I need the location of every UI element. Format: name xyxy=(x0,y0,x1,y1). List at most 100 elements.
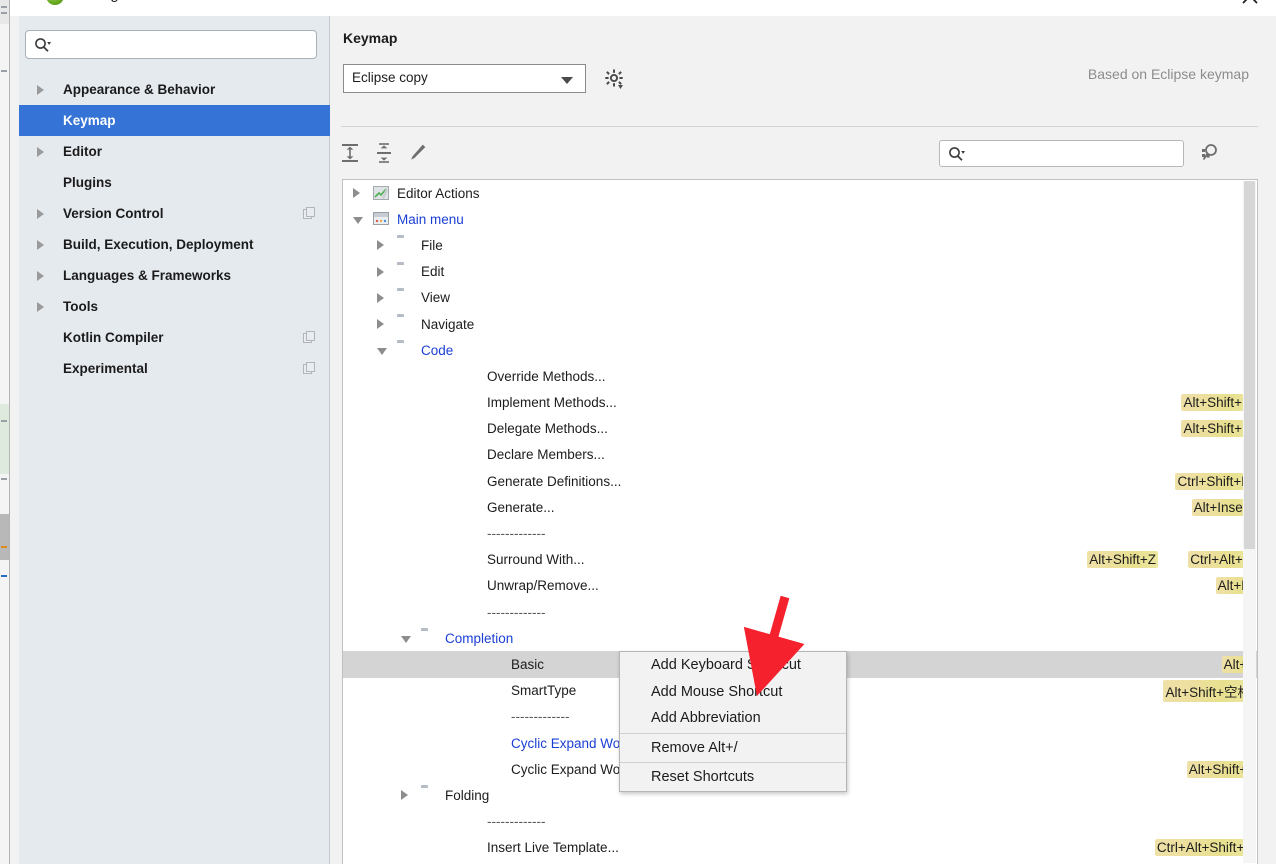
background-ide-sliver xyxy=(0,0,9,864)
sidebar-item-experimental[interactable]: Experimental xyxy=(19,353,330,384)
tree-row-label: Edit xyxy=(421,264,445,280)
sidebar-item-label: Kotlin Compiler xyxy=(63,330,164,345)
tree-row-label: Implement Methods... xyxy=(487,395,617,411)
tree-row[interactable]: Main menu xyxy=(343,206,1257,232)
nav-indent-spacer xyxy=(37,322,53,353)
tree-row[interactable]: Editor Actions xyxy=(343,180,1257,206)
folder-icon xyxy=(421,788,437,801)
sidebar-item-keymap[interactable]: Keymap xyxy=(19,105,330,136)
chevron-right-icon[interactable] xyxy=(37,291,53,322)
tree-separator-dashes: ------------- xyxy=(487,814,546,830)
shortcut-badge: Ctrl+Shift+D xyxy=(1175,472,1253,490)
tree-row[interactable]: Surround With... Ctrl+Alt+T Alt+Shift+Z xyxy=(343,547,1257,573)
chevron-down-icon[interactable] xyxy=(377,348,387,356)
tree-row[interactable]: Generate Definitions... Ctrl+Shift+D xyxy=(343,468,1257,494)
tree-row[interactable]: Completion xyxy=(343,625,1257,651)
tree-row-label: Cyclic Expand Word xyxy=(511,735,633,751)
tree-row-label: Unwrap/Remove... xyxy=(487,578,599,594)
chevron-right-icon[interactable] xyxy=(377,292,384,303)
chevron-right-icon[interactable] xyxy=(37,74,53,105)
collapse-all-icon[interactable] xyxy=(371,140,397,166)
sidebar-item-label: Appearance & Behavior xyxy=(63,82,216,97)
chevron-right-icon[interactable] xyxy=(37,136,53,167)
intellij-idea-logo-icon xyxy=(46,0,64,5)
tree-separator-row: ------------- xyxy=(343,809,1257,835)
sidebar-item-label: Tools xyxy=(63,299,98,314)
tree-row-label: Navigate xyxy=(421,316,475,332)
tree-search-input[interactable] xyxy=(970,141,1178,168)
folder-icon xyxy=(421,631,437,644)
nav-indent-spacer xyxy=(37,105,53,136)
chevron-right-icon[interactable] xyxy=(37,260,53,291)
sidebar-item-appearance-behavior[interactable]: Appearance & Behavior xyxy=(19,74,330,105)
sidebar-item-kotlin-compiler[interactable]: Kotlin Compiler xyxy=(19,322,330,353)
tree-row[interactable]: Edit xyxy=(343,259,1257,285)
sidebar-item-label: Keymap xyxy=(63,113,116,128)
sidebar-item-label: Version Control xyxy=(63,206,164,221)
tree-row[interactable]: File xyxy=(343,232,1257,258)
tree-row-label: Generate... xyxy=(487,499,555,515)
chevron-right-icon[interactable] xyxy=(377,266,384,277)
chevron-right-icon[interactable] xyxy=(377,240,384,251)
tree-row[interactable]: View xyxy=(343,285,1257,311)
dialog-title: Settings xyxy=(72,0,126,3)
tree-separator-row: ------------- xyxy=(343,599,1257,625)
tree-row[interactable]: Generate... Alt+Insert xyxy=(343,494,1257,520)
close-icon[interactable] xyxy=(1238,0,1262,8)
context-menu-item-add-keyboard-shortcut[interactable]: Add Keyboard Shortcut xyxy=(620,652,846,679)
pencil-edit-icon[interactable] xyxy=(404,140,430,166)
sidebar-item-version-control[interactable]: Version Control xyxy=(19,198,330,229)
chevron-right-icon[interactable] xyxy=(37,229,53,260)
context-menu-item-add-mouse-shortcut[interactable]: Add Mouse Shortcut xyxy=(620,679,846,706)
sidebar-item-label: Experimental xyxy=(63,361,148,376)
keymap-toolbar xyxy=(331,130,1276,178)
tree-row-label: Declare Members... xyxy=(487,447,605,463)
page-title: Keymap xyxy=(343,30,398,46)
tree-row[interactable]: Unwrap/Remove... Alt+R xyxy=(343,573,1257,599)
sidebar-item-tools[interactable]: Tools xyxy=(19,291,330,322)
chevron-right-icon[interactable] xyxy=(401,790,408,801)
tree-row[interactable]: Declare Members... xyxy=(343,442,1257,468)
keymap-select-value: Eclipse copy xyxy=(352,70,428,85)
context-menu-item-add-abbreviation[interactable]: Add Abbreviation xyxy=(620,705,846,732)
based-on-keymap-label: Based on Eclipse keymap xyxy=(1087,66,1249,82)
tree-row[interactable]: Code xyxy=(343,337,1257,363)
sidebar-item-editor[interactable]: Editor xyxy=(19,136,330,167)
tree-row-label: Completion xyxy=(445,630,514,646)
tree-row[interactable]: Delegate Methods... Alt+Shift+E xyxy=(343,416,1257,442)
context-menu-item-reset-shortcuts[interactable]: Reset Shortcuts xyxy=(620,764,846,791)
chevron-right-icon[interactable] xyxy=(353,188,360,198)
sidebar-item-plugins[interactable]: Plugins xyxy=(19,167,330,198)
tree-vertical-scrollbar[interactable] xyxy=(1243,181,1256,863)
sidebar-item-label: Languages & Frameworks xyxy=(63,268,232,283)
sidebar-item-languages-frameworks[interactable]: Languages & Frameworks xyxy=(19,260,330,291)
shortcut-badge: Alt+Shift+Z xyxy=(1087,551,1158,569)
chevron-right-icon[interactable] xyxy=(377,318,384,329)
find-shortcut-icon[interactable] xyxy=(1197,140,1223,166)
tree-row-label: SmartType xyxy=(511,683,577,699)
tree-search[interactable] xyxy=(939,140,1184,168)
expand-all-icon[interactable] xyxy=(337,140,363,166)
tree-row[interactable]: Override Methods... xyxy=(343,363,1257,389)
sidebar-item-build-execution-deployment[interactable]: Build, Execution, Deployment xyxy=(19,229,330,260)
sidebar-search[interactable] xyxy=(25,30,317,60)
settings-sidebar: Appearance & Behavior Keymap Editor Plugins… xyxy=(19,16,330,864)
tree-row-label: Generate Definitions... xyxy=(487,473,622,489)
scrollbar-thumb[interactable] xyxy=(1244,181,1255,549)
tree-row-label: Code xyxy=(421,342,454,358)
context-menu-item-remove-alt[interactable]: Remove Alt+/ xyxy=(620,735,846,762)
keymap-select[interactable]: Eclipse copy xyxy=(343,64,586,93)
sidebar-search-input[interactable] xyxy=(56,31,310,60)
gear-icon[interactable] xyxy=(603,68,627,92)
chevron-down-icon[interactable] xyxy=(401,636,411,644)
chevron-right-icon[interactable] xyxy=(37,198,53,229)
folder-icon xyxy=(397,291,413,304)
chevron-down-icon[interactable] xyxy=(353,217,363,225)
tree-row[interactable]: Insert Live Template... Ctrl+Alt+Shift+J xyxy=(343,835,1257,861)
sidebar-item-label: Build, Execution, Deployment xyxy=(63,237,254,252)
tree-row[interactable]: Navigate xyxy=(343,311,1257,337)
tree-row-label: Override Methods... xyxy=(487,368,606,384)
tree-separator-dashes: ------------- xyxy=(487,526,546,542)
tree-row[interactable]: Implement Methods... Alt+Shift+P xyxy=(343,390,1257,416)
tree-separator-dashes: ------------- xyxy=(511,709,570,725)
